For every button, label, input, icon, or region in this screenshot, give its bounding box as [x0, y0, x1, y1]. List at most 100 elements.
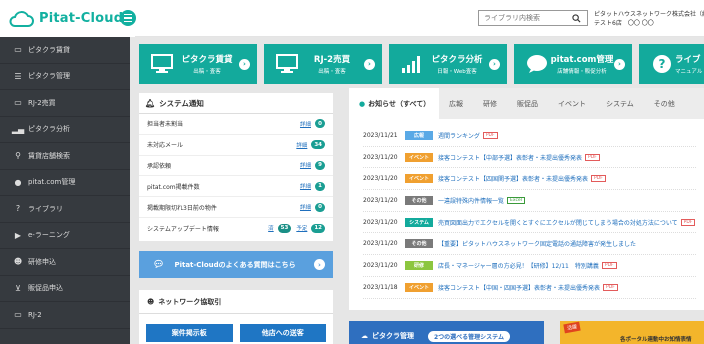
news-title-link[interactable]: 【重要】ピタットハウスネットワーク固定電話の通話障害が発生しました: [438, 239, 636, 248]
sidebar-item-store-search[interactable]: ⚲ 賃貸店舗検索: [0, 143, 130, 170]
tile-library[interactable]: ? ライブ マニュアル: [639, 44, 704, 84]
notice-label: 掲載期限切れ3日前の物件: [147, 204, 217, 212]
tab-all[interactable]: ● お知らせ（すべて）: [349, 88, 439, 119]
sidebar-item-rj2-baibai[interactable]: ▭ RJ-2売買: [0, 90, 130, 117]
tab-event[interactable]: イベント: [548, 88, 596, 119]
search-input[interactable]: [484, 14, 568, 22]
sidebar-item-chintai[interactable]: ▭ ピタクラ賃貸: [0, 37, 130, 64]
news-category-badge: システム: [405, 217, 433, 227]
news-date: 2023/11/20: [363, 240, 398, 248]
menu-toggle-button[interactable]: [120, 10, 136, 26]
monitor-icon: ▭: [14, 98, 22, 108]
chat-icon: [524, 53, 550, 75]
news-date: 2023/11/20: [363, 261, 398, 269]
excel-icon[interactable]: Excel: [507, 196, 525, 204]
user-store: テスト6店 〇〇 〇〇: [594, 20, 654, 27]
send-customer-button[interactable]: 他店への送客: [239, 324, 326, 342]
sidebar-item-pitat-com[interactable]: ● pitat.com管理: [0, 170, 130, 196]
tab-promo[interactable]: 販促品: [507, 88, 548, 119]
pdf-icon[interactable]: PDF: [591, 175, 606, 183]
news-row[interactable]: 2023/11/21 広報 週間ランキング PDF: [363, 125, 696, 147]
notice-detail-link[interactable]: 詳細: [300, 203, 311, 211]
news-title-link[interactable]: 接客コンテスト【中部予選】表彰者・未提出優秀発表: [438, 153, 582, 162]
news-row[interactable]: 2023/11/20 その他 一違誤特殊内件情報一覧 Excel: [363, 190, 696, 212]
sidebar-item-training[interactable]: ☻ 研修申込: [0, 249, 130, 276]
news-category-badge: イベント: [405, 152, 433, 162]
notice-done-link[interactable]: 済: [268, 224, 274, 232]
sidebar-item-elearning[interactable]: ▶ e-ラーニング: [0, 223, 130, 249]
faq-button[interactable]: 💬︎ Pitat-Cloudのよくある質問はこちら ›: [139, 251, 333, 278]
news-panel: ● お知らせ（すべて） 広報 研修 販促品 イベント システム その他 2023/…: [349, 88, 704, 310]
chevron-right-icon: ›: [239, 58, 250, 70]
pdf-icon[interactable]: PDF: [585, 153, 600, 161]
tile-subtitle: 出稿・査客: [318, 69, 346, 75]
user-company: ピタットハウスネットワーク株式会社（練習: [594, 11, 704, 18]
chevron-right-icon: ›: [314, 259, 325, 270]
library-search[interactable]: [478, 10, 588, 26]
notice-detail-link[interactable]: 詳細: [300, 161, 311, 169]
tile-title: ライブ: [675, 55, 701, 65]
bulletin-board-button[interactable]: 案件掲示板: [146, 324, 233, 342]
chevron-right-icon: ›: [489, 58, 500, 70]
tab-pr[interactable]: 広報: [439, 88, 473, 119]
news-date: 2023/11/20: [363, 153, 398, 161]
news-category-badge: その他: [405, 239, 433, 249]
banner-label: 活躍: [563, 321, 581, 334]
tab-training[interactable]: 研修: [473, 88, 507, 119]
tile-bunseki[interactable]: ピタクラ分析 日報・Web査客 ›: [389, 44, 507, 84]
news-row[interactable]: 2023/11/20 システム 売買図面出力でエクセルを開くとすぐにエクセルが閉じて…: [363, 212, 696, 234]
notice-row: pitat.com掲載件数 詳細 1: [139, 176, 333, 198]
notice-detail-link[interactable]: 詳細: [300, 120, 311, 128]
news-row[interactable]: 2023/11/18 イベント 接客コンテスト【中国・四国予選】表彰者・未提出優秀発…: [363, 277, 696, 299]
notice-detail-link[interactable]: 詳細: [296, 141, 307, 149]
tile-title: ピタクラ賃貸: [181, 55, 233, 65]
sidebar-item-promo[interactable]: ⊻ 販促品申込: [0, 276, 130, 302]
news-date: 2023/11/21: [363, 131, 398, 139]
bar-chart-icon: [399, 53, 425, 75]
notice-planned-link[interactable]: 予定: [296, 224, 307, 232]
sidebar-item-bunseki[interactable]: ▂▄ ピタクラ分析: [0, 117, 130, 143]
notice-count-badge: 0: [315, 202, 325, 212]
notice-label: システムアップデート情報: [147, 225, 219, 233]
news-title-link[interactable]: 一違誤特殊内件情報一覧: [438, 196, 504, 205]
tile-chintai[interactable]: ピタクラ賃貸出稿・査客 ›: [139, 44, 257, 84]
news-title-link[interactable]: 週間ランキング: [438, 131, 480, 140]
pdf-icon[interactable]: PDF: [482, 131, 498, 139]
notice-label: pitat.com掲載件数: [147, 183, 200, 191]
tile-subtitle: 店舗情報・販促分析: [557, 69, 607, 75]
news-date: 2023/11/18: [363, 283, 398, 291]
news-row[interactable]: 2023/11/20 研修 店長・マネージャー層の方必見！【研修】12/11 特別講…: [363, 255, 696, 277]
news-date: 2023/11/20: [363, 175, 398, 183]
news-title-link[interactable]: 接客コンテスト【四国関予選】表彰者・未提出優秀発表: [438, 174, 588, 183]
sidebar-item-kanri[interactable]: ☰ ピタクラ管理: [0, 64, 130, 90]
user-info[interactable]: ピタットハウスネットワーク株式会社（練習 テスト6店 〇〇 〇〇: [594, 10, 704, 28]
chat-icon: 💬︎: [153, 259, 165, 270]
brand-logo[interactable]: Pitat-Cloud: [0, 0, 135, 37]
sidebar-item-library[interactable]: ? ライブラリ: [0, 196, 130, 223]
news-row[interactable]: 2023/11/20 その他 【重要】ピタットハウスネットワーク固定電話の通話障害が…: [363, 233, 696, 256]
notice-detail-link[interactable]: 詳細: [300, 182, 311, 190]
tab-other[interactable]: その他: [644, 88, 685, 119]
portal-banner[interactable]: 活躍 各ポータル連動中お知情表情: [560, 321, 704, 344]
cloud-logo-icon: ☁: [361, 332, 368, 340]
kanri-banner[interactable]: ☁ ピタクラ管理 2つの選べる管理システム: [349, 321, 544, 344]
news-row[interactable]: 2023/11/20 イベント 接客コンテスト【中部予選】表彰者・未提出優秀発表 PD…: [363, 147, 696, 169]
search-icon[interactable]: [572, 14, 581, 23]
pdf-icon[interactable]: PDF: [680, 218, 696, 226]
news-row[interactable]: 2023/11/20 イベント 接客コンテスト【四国関予選】表彰者・未提出優秀発表 P…: [363, 168, 696, 191]
tile-rj2-baibai[interactable]: RJ-2売買 出稿・査客 ›: [264, 44, 382, 84]
notice-count-badge: 34: [311, 140, 325, 150]
search-icon: ⚲: [15, 151, 21, 161]
news-title-link[interactable]: 売買図面出力でエクセルを開くとすぐにエクセルが閉じてしまう場合の対処方法について: [438, 218, 678, 227]
sidebar-item-label: ライブラリ: [28, 204, 63, 213]
pdf-icon[interactable]: PDF: [601, 261, 617, 269]
news-title-link[interactable]: 接客コンテスト【中国・四国予選】表彰者・未提出優秀発表: [438, 283, 600, 292]
news-category-badge: 広報: [405, 130, 433, 140]
pdf-icon[interactable]: PDF: [603, 283, 618, 291]
news-title-link[interactable]: 店長・マネージャー層の方必見！【研修】12/11 特別講義: [438, 261, 599, 270]
monitor-icon: [149, 53, 175, 75]
tile-pitat-com[interactable]: pitat.com管理 店舗情報・販促分析 ›: [514, 44, 632, 84]
tile-subtitle: 出稿・査客: [193, 69, 221, 75]
tab-system[interactable]: システム: [596, 88, 644, 119]
sidebar-item-rj2[interactable]: ▭ RJ-2: [0, 302, 130, 329]
